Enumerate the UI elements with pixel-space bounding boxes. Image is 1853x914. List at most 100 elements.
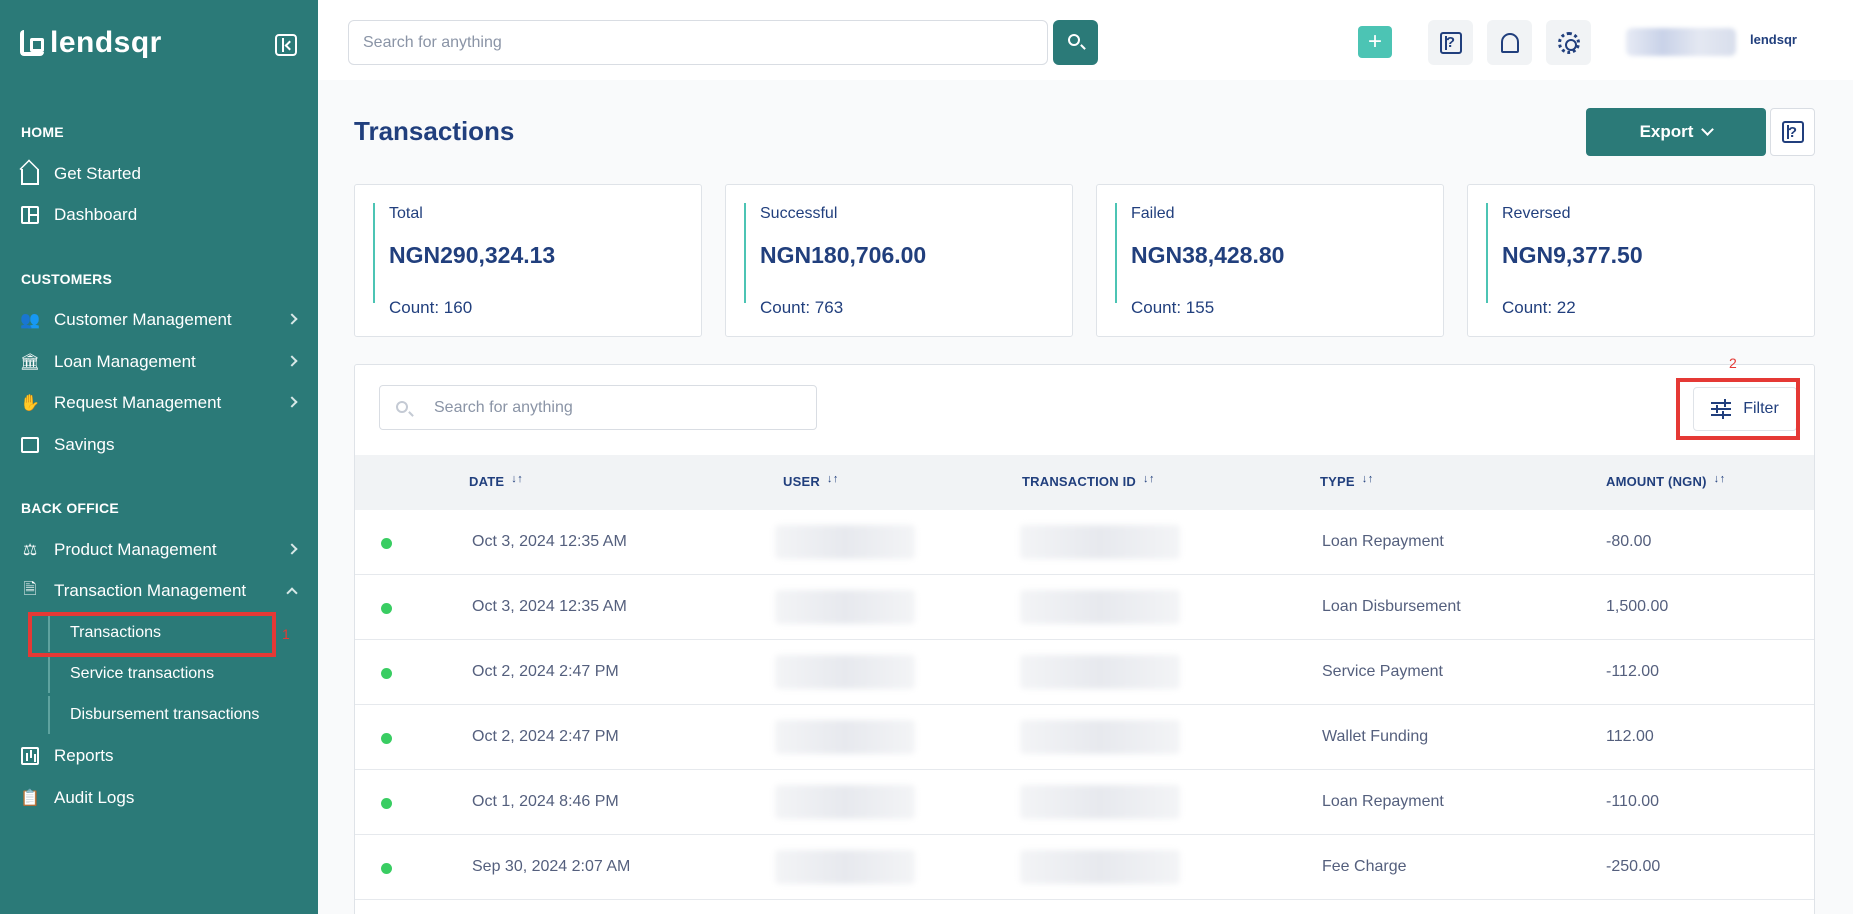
cell-date: Oct 3, 2024 12:35 AM — [472, 533, 627, 550]
page-title: Transactions — [354, 116, 515, 146]
collapse-sidebar-icon[interactable] — [275, 34, 297, 56]
sidebar-item-transaction-management[interactable]: 🗎 Transaction Management — [0, 573, 318, 609]
cell-type: Loan Repayment — [1322, 793, 1444, 810]
table-row[interactable]: Oct 2, 2024 2:47 PM Wallet Funding 112.0… — [355, 705, 1814, 770]
add-button[interactable]: + — [1358, 26, 1392, 58]
sort-icon[interactable] — [827, 473, 840, 488]
status-dot-icon — [381, 668, 392, 679]
sidebar-item-audit-logs[interactable]: 📋 Audit Logs — [0, 780, 318, 816]
cell-user-redacted — [775, 525, 915, 559]
table-search-placeholder: Search for anything — [434, 398, 573, 416]
sidebar-subitem-disbursement-transactions[interactable]: Disbursement transactions — [48, 696, 278, 734]
page-help-button[interactable]: ? — [1770, 108, 1815, 156]
table-row[interactable]: Sep 30, 2024 2:07 AM Fee Charge -250.00 — [355, 835, 1814, 900]
status-dot-icon — [381, 798, 392, 809]
sidebar-item-customer-management[interactable]: 👥 Customer Management — [0, 302, 318, 338]
sidebar-item-dashboard[interactable]: Dashboard — [0, 197, 318, 233]
notifications-button[interactable] — [1487, 20, 1532, 65]
column-header-date[interactable]: DATE — [469, 473, 524, 490]
sidebar-item-label: Dashboard — [54, 205, 138, 224]
sidebar-item-get-started[interactable]: Get Started — [0, 156, 318, 192]
chevron-right-icon — [286, 396, 298, 408]
annotation-number-1: 1 — [282, 626, 290, 642]
help-icon: ? — [1781, 121, 1804, 143]
chevron-right-icon — [286, 543, 298, 555]
stat-card-total: Total NGN290,324.13 Count: 160 — [354, 184, 702, 337]
status-dot-icon — [381, 603, 392, 614]
sidebar-subitem-service-transactions[interactable]: Service transactions — [48, 655, 278, 693]
home-icon — [20, 164, 40, 185]
table-row[interactable]: Oct 3, 2024 12:35 AM Loan Repayment -80.… — [355, 510, 1814, 575]
sidebar-item-reports[interactable]: Reports — [0, 738, 318, 774]
cell-date: Oct 3, 2024 12:35 AM — [472, 598, 627, 615]
stat-value: NGN290,324.13 — [389, 242, 556, 268]
status-dot-icon — [381, 733, 392, 744]
global-search-input[interactable]: Search for anything — [348, 20, 1048, 65]
stat-accent-bar — [373, 203, 375, 303]
cell-amount: 112.00 — [1606, 728, 1654, 745]
column-header-transaction-id[interactable]: TRANSACTION ID — [1022, 473, 1156, 490]
column-header-type[interactable]: TYPE — [1320, 473, 1375, 490]
stat-card-reversed: Reversed NGN9,377.50 Count: 22 — [1467, 184, 1815, 337]
cell-transaction-id-redacted — [1020, 720, 1180, 754]
clipboard-search-icon: 📋 — [20, 790, 40, 807]
search-icon — [1068, 34, 1080, 46]
cell-user-redacted — [775, 785, 915, 819]
document-icon: 🗎 — [23, 580, 37, 598]
stat-label: Reversed — [1502, 205, 1571, 222]
stat-card-successful: Successful NGN180,706.00 Count: 763 — [725, 184, 1073, 337]
sidebar-item-label: Loan Management — [54, 352, 196, 371]
stat-value: NGN9,377.50 — [1502, 242, 1643, 268]
sort-icon[interactable] — [511, 473, 524, 488]
settings-button[interactable] — [1546, 20, 1591, 65]
sidebar-item-product-management[interactable]: ⚖ Product Management — [0, 532, 318, 568]
column-header-user[interactable]: USER — [783, 473, 840, 490]
transactions-panel: Search for anything Filter DATE USER TRA… — [354, 364, 1815, 914]
stat-card-failed: Failed NGN38,428.80 Count: 155 — [1096, 184, 1444, 337]
sidebar-item-loan-management[interactable]: 🏛 Loan Management — [0, 344, 318, 380]
sidebar-item-label: Savings — [54, 435, 115, 454]
column-header-label: AMOUNT (NGN) — [1606, 474, 1707, 489]
cell-date: Oct 2, 2024 2:47 PM — [472, 728, 619, 745]
table-row[interactable]: Oct 3, 2024 12:35 AM Loan Disbursement 1… — [355, 575, 1814, 640]
column-header-label: TYPE — [1320, 474, 1355, 489]
sidebar-item-label: Audit Logs — [54, 788, 135, 807]
brand-name: lendsqr — [50, 26, 162, 59]
cell-amount: 1,500.00 — [1606, 598, 1669, 615]
hand-money-icon: ✋ — [20, 395, 40, 412]
search-icon — [396, 401, 408, 413]
table-row[interactable]: Oct 2, 2024 2:47 PM Service Payment -112… — [355, 640, 1814, 705]
brand-logo[interactable]: lendsqr — [20, 26, 162, 60]
export-button[interactable]: Export — [1586, 108, 1766, 156]
cell-user-redacted — [775, 720, 915, 754]
global-search-button[interactable] — [1053, 20, 1098, 65]
table-row[interactable]: Oct 1, 2024 8:46 PM Loan Repayment -110.… — [355, 770, 1814, 835]
bar-chart-icon — [20, 746, 40, 766]
table-search-input[interactable]: Search for anything — [379, 385, 817, 430]
stat-accent-bar — [1486, 203, 1488, 303]
column-header-label: TRANSACTION ID — [1022, 474, 1137, 489]
sidebar: lendsqr HOME Get Started Dashboard CUSTO… — [0, 0, 318, 914]
cell-amount: -112.00 — [1606, 663, 1660, 680]
export-label: Export — [1639, 122, 1694, 141]
cell-type: Loan Repayment — [1322, 533, 1444, 550]
cell-date: Oct 1, 2024 8:46 PM — [472, 793, 619, 810]
stat-label: Failed — [1131, 205, 1175, 222]
sort-icon[interactable] — [1714, 473, 1727, 488]
column-header-amount[interactable]: AMOUNT (NGN) — [1606, 473, 1727, 490]
cell-date: Sep 30, 2024 2:07 AM — [472, 858, 631, 875]
cell-transaction-id-redacted — [1020, 590, 1180, 624]
sort-icon[interactable] — [1362, 473, 1375, 488]
chevron-down-icon — [1701, 123, 1715, 136]
column-header-label: USER — [783, 474, 820, 489]
sort-icon[interactable] — [1143, 473, 1156, 488]
sidebar-item-savings[interactable]: Savings — [0, 427, 318, 463]
sidebar-item-label: Get Started — [54, 164, 141, 183]
help-button[interactable]: ? — [1428, 20, 1473, 65]
stat-label: Total — [389, 205, 423, 222]
help-icon: ? — [1439, 31, 1462, 54]
user-profile-redacted[interactable] — [1626, 28, 1736, 56]
stat-accent-bar — [744, 203, 746, 303]
sidebar-item-request-management[interactable]: ✋ Request Management — [0, 385, 318, 421]
cell-user-redacted — [775, 850, 915, 884]
